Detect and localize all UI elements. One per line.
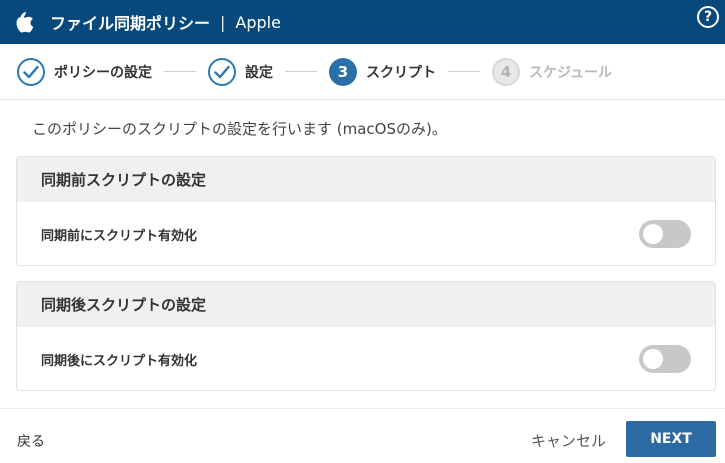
page-subtitle: Apple (235, 12, 281, 32)
step-label: ポリシーの設定 (54, 64, 152, 81)
toggle-label: 同期後にスクリプト有効化 (41, 353, 198, 369)
step-settings[interactable]: 設定 (208, 57, 273, 86)
check-icon (17, 57, 45, 86)
wizard-stepper: ポリシーの設定 設定 3 スクリプト 4 スケジュール (0, 44, 725, 100)
dialog-footer: 戻る キャンセル NEXT (0, 408, 725, 463)
step-connector (448, 71, 480, 72)
pre-sync-script-toggle[interactable] (639, 220, 691, 248)
back-button[interactable]: 戻る (17, 431, 45, 451)
toggle-label: 同期前にスクリプト有効化 (41, 228, 198, 244)
pre-sync-toggle-row: 同期前にスクリプト有効化 (17, 202, 715, 265)
step-label: スケジュール (529, 64, 613, 81)
post-sync-toggle-row: 同期後にスクリプト有効化 (17, 327, 715, 390)
step-label: スクリプト (366, 64, 436, 81)
post-sync-script-card: 同期後スクリプトの設定 同期後にスクリプト有効化 (16, 281, 716, 391)
toggle-knob (643, 224, 663, 244)
title-separator: | (220, 12, 226, 32)
toggle-knob (643, 349, 663, 369)
next-button[interactable]: NEXT (626, 421, 716, 457)
cancel-button[interactable]: キャンセル (531, 430, 606, 451)
step-label: 設定 (245, 64, 273, 81)
step-connector (285, 71, 317, 72)
section-title: 同期後スクリプトの設定 (17, 282, 715, 327)
apple-icon (14, 11, 36, 33)
question-circle-icon[interactable]: ? (697, 6, 719, 28)
step-script[interactable]: 3 スクリプト (329, 57, 436, 86)
section-title: 同期前スクリプトの設定 (17, 157, 715, 202)
step-number: 4 (492, 57, 520, 86)
step-connector (164, 71, 196, 72)
intro-text: このポリシーのスクリプトの設定を行います (macOSのみ)。 (32, 120, 447, 138)
post-sync-script-toggle[interactable] (639, 345, 691, 373)
page-title: ファイル同期ポリシー (50, 14, 211, 33)
app-header: ファイル同期ポリシー | Apple ? (0, 0, 725, 44)
check-icon (208, 57, 236, 86)
step-schedule[interactable]: 4 スケジュール (492, 57, 613, 86)
step-policy-settings[interactable]: ポリシーの設定 (17, 57, 152, 86)
pre-sync-script-card: 同期前スクリプトの設定 同期前にスクリプト有効化 (16, 156, 716, 266)
step-number: 3 (329, 57, 357, 86)
